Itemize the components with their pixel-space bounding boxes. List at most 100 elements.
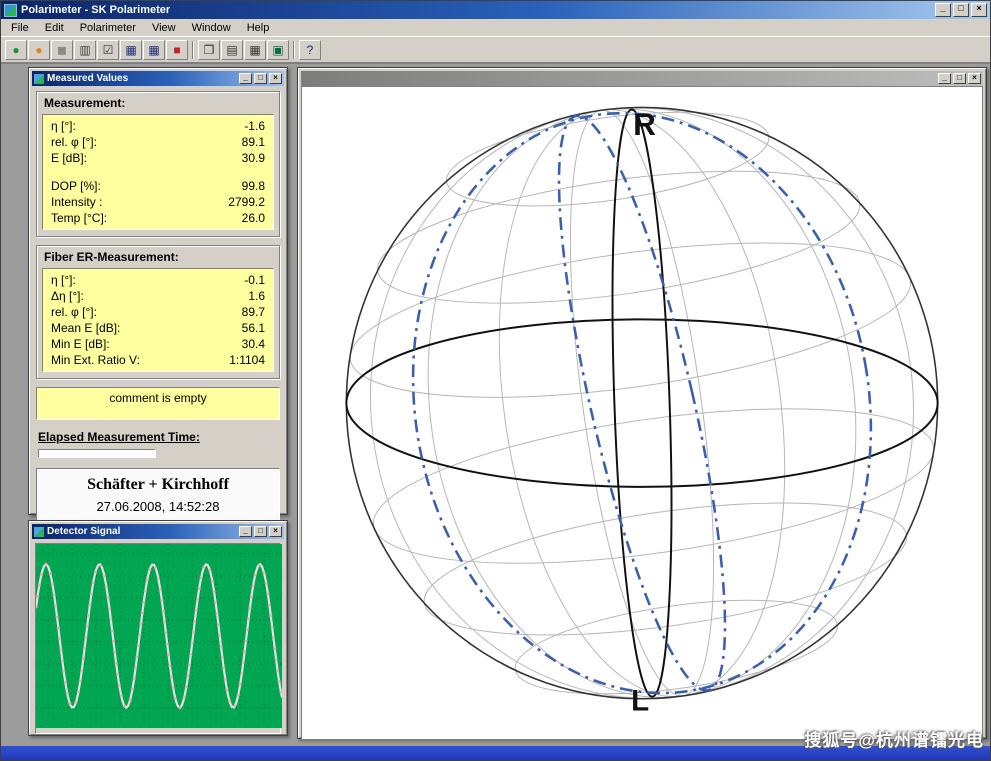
comment-box: comment is empty xyxy=(36,387,280,420)
minimize-button[interactable]: _ xyxy=(938,73,951,84)
value-number: 89.7 xyxy=(242,304,265,320)
checklist-button[interactable]: ☑ xyxy=(97,40,119,60)
poincare-sphere-titlebar[interactable]: _ □ × xyxy=(301,71,983,86)
value-row: Temp [°C]:26.0 xyxy=(47,210,269,226)
window-icon xyxy=(34,527,44,537)
mdi-area: Measured Values _ □ × Measurement: η [°]… xyxy=(1,63,990,746)
detector-signal-titlebar[interactable]: Detector Signal _ □ × xyxy=(32,524,284,539)
minimize-button[interactable]: _ xyxy=(239,73,252,84)
brand-panel: Schäfter + Kirchhoff 27.06.2008, 14:52:2… xyxy=(36,468,280,523)
value-number: 30.9 xyxy=(242,150,265,166)
value-label: Min E [dB]: xyxy=(51,336,110,352)
record-button[interactable]: ■ xyxy=(166,40,188,60)
menu-item-file[interactable]: File xyxy=(3,20,37,36)
value-label: Δη [°]: xyxy=(51,288,84,304)
window-controls: _ □ × xyxy=(935,3,987,17)
menu-item-help[interactable]: Help xyxy=(239,20,278,36)
menu-item-edit[interactable]: Edit xyxy=(37,20,72,36)
polarization-ellipse xyxy=(604,109,680,698)
app-icon xyxy=(4,4,17,17)
value-row: DOP [%]:99.8 xyxy=(47,178,269,194)
value-label: η [°]: xyxy=(51,272,76,288)
menu-item-polarimeter[interactable]: Polarimeter xyxy=(72,20,144,36)
title-bar[interactable]: Polarimeter - SK Polarimeter _ □ × xyxy=(1,1,990,19)
value-number: -1.6 xyxy=(244,118,265,134)
detector-signal-window: Detector Signal _ □ × xyxy=(28,520,288,736)
maximize-button[interactable]: □ xyxy=(953,3,969,17)
maximize-button[interactable]: □ xyxy=(254,73,267,84)
window-icon xyxy=(34,74,44,84)
window-tile-icon: ▤ xyxy=(226,44,237,56)
value-number: 30.4 xyxy=(242,336,265,352)
measured-values-title: Measured Values xyxy=(47,73,236,84)
close-button[interactable]: × xyxy=(968,73,981,84)
hold-button[interactable]: ◼ xyxy=(51,40,73,60)
window-controls: _ □ × xyxy=(938,73,981,84)
window-grid-icon: ▦ xyxy=(249,44,260,56)
toolbar-separator xyxy=(293,41,295,59)
window-cascade-icon: ❐ xyxy=(204,44,215,56)
measurement-timestamp: 27.06.2008, 14:52:28 xyxy=(37,499,279,514)
value-number: 1:1104 xyxy=(229,352,265,368)
window-controls: _ □ × xyxy=(239,526,282,537)
value-row: E [dB]:30.9 xyxy=(47,150,269,166)
minimize-button[interactable]: _ xyxy=(239,526,252,537)
screen-icon: ▣ xyxy=(272,44,283,56)
maximize-button[interactable]: □ xyxy=(953,73,966,84)
toolbar-separator xyxy=(192,41,194,59)
screen-button[interactable]: ▣ xyxy=(267,40,289,60)
value-row: rel. φ [°]:89.1 xyxy=(47,134,269,150)
acquire-start-icon: ● xyxy=(12,44,19,56)
maximize-button[interactable]: □ xyxy=(254,526,267,537)
save-config-icon: ▦ xyxy=(148,44,159,56)
value-number: 1.6 xyxy=(248,288,265,304)
record-icon: ■ xyxy=(173,44,180,56)
chart-button[interactable]: ▥ xyxy=(74,40,96,60)
value-number: -0.1 xyxy=(244,272,265,288)
acquire-pause-icon: ● xyxy=(35,44,42,56)
brand-name: Schäfter + Kirchhoff xyxy=(37,476,279,494)
hold-icon: ◼ xyxy=(57,44,67,56)
save-config-button[interactable]: ▦ xyxy=(143,40,165,60)
checklist-icon: ☑ xyxy=(103,44,114,56)
detector-plot xyxy=(36,544,282,728)
equator-circle xyxy=(346,319,937,487)
measured-values-window: Measured Values _ □ × Measurement: η [°]… xyxy=(28,67,288,515)
acquire-start-button[interactable]: ● xyxy=(5,40,27,60)
menu-bar: FileEditPolarimeterViewWindowHelp xyxy=(1,19,990,37)
value-row: rel. φ [°]:89.7 xyxy=(47,304,269,320)
value-label: Temp [°C]: xyxy=(51,210,107,226)
window-cascade-button[interactable]: ❐ xyxy=(198,40,220,60)
close-button[interactable]: × xyxy=(269,526,282,537)
close-button[interactable]: × xyxy=(269,73,282,84)
acquire-pause-button[interactable]: ● xyxy=(28,40,50,60)
measured-values-body: Measurement: η [°]:-1.6rel. φ [°]:89.1E … xyxy=(32,86,284,527)
sphere-outline xyxy=(346,107,937,698)
detector-signal-title: Detector Signal xyxy=(47,526,236,537)
value-row: η [°]: -1.6 xyxy=(47,118,269,134)
save-data-button[interactable]: ▦ xyxy=(120,40,142,60)
toolbar: ● ● ◼ ▥ ☑ ▦ ▦ ■ ❐ ▤ ▦ ▣? xyxy=(1,37,990,63)
minimize-button[interactable]: _ xyxy=(935,3,951,17)
value-label: η [°]: xyxy=(51,118,76,134)
help-icon: ? xyxy=(307,44,314,56)
pole-label-right-circular: R xyxy=(633,106,656,142)
value-label: DOP [%]: xyxy=(51,178,101,194)
window-grid-button[interactable]: ▦ xyxy=(244,40,266,60)
value-row: Min Ext. Ratio V:1:1104 xyxy=(47,352,269,368)
fiber-er-values: η [°]: -0.1 Δη [°]: 1.6rel. φ [°]:89.7Mean … xyxy=(42,268,274,372)
watermark-text: 搜狐号@杭州谱镭光电 xyxy=(804,726,984,751)
value-row: Δη [°]: 1.6 xyxy=(47,288,269,304)
measurement-group: Measurement: η [°]:-1.6rel. φ [°]:89.1E … xyxy=(36,91,280,237)
close-button[interactable]: × xyxy=(971,3,987,17)
save-data-icon: ▦ xyxy=(125,44,136,56)
help-button[interactable]: ? xyxy=(299,40,321,60)
value-label: Mean E [dB]: xyxy=(51,320,120,336)
value-row: Mean E [dB]:56.1 xyxy=(47,320,269,336)
window-tile-button[interactable]: ▤ xyxy=(221,40,243,60)
menu-item-window[interactable]: Window xyxy=(184,20,239,36)
value-row: Intensity :2799.2 xyxy=(47,194,269,210)
menu-item-view[interactable]: View xyxy=(144,20,184,36)
value-row: Min E [dB]: 30.4 xyxy=(47,336,269,352)
measured-values-titlebar[interactable]: Measured Values _ □ × xyxy=(32,71,284,86)
